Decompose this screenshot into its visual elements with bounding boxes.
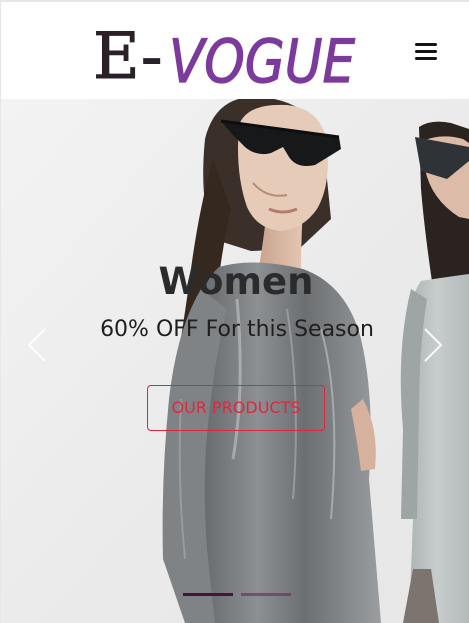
menu-line — [415, 57, 437, 60]
chevron-right-icon — [424, 328, 443, 362]
menu-line — [415, 50, 437, 53]
hero-carousel: Women 60% OFF For this Season OUR PRODUC… — [1, 99, 469, 623]
carousel-prev-button[interactable] — [25, 325, 49, 365]
hero-heading: Women — [158, 260, 314, 303]
menu-line — [415, 43, 437, 46]
logo-e-text: E- — [93, 20, 163, 90]
hamburger-menu-icon[interactable] — [414, 39, 440, 63]
chevron-left-icon — [27, 328, 46, 362]
site-header: E- VOGUE — [1, 2, 469, 99]
carousel-indicators — [183, 591, 293, 601]
carousel-caption: Women 60% OFF For this Season OUR PRODUC… — [1, 99, 469, 623]
brand-logo[interactable]: E- VOGUE — [89, 18, 361, 91]
carousel-indicator-2[interactable] — [241, 593, 291, 596]
logo-vogue-text: VOGUE — [169, 27, 355, 90]
page-frame: E- VOGUE Women 60% OFF For this Season O… — [0, 0, 469, 623]
carousel-next-button[interactable] — [421, 325, 445, 365]
our-products-button[interactable]: OUR PRODUCTS — [147, 385, 325, 431]
hero-subheading: 60% OFF For this Season — [100, 317, 374, 342]
carousel-indicator-1[interactable] — [183, 593, 233, 596]
